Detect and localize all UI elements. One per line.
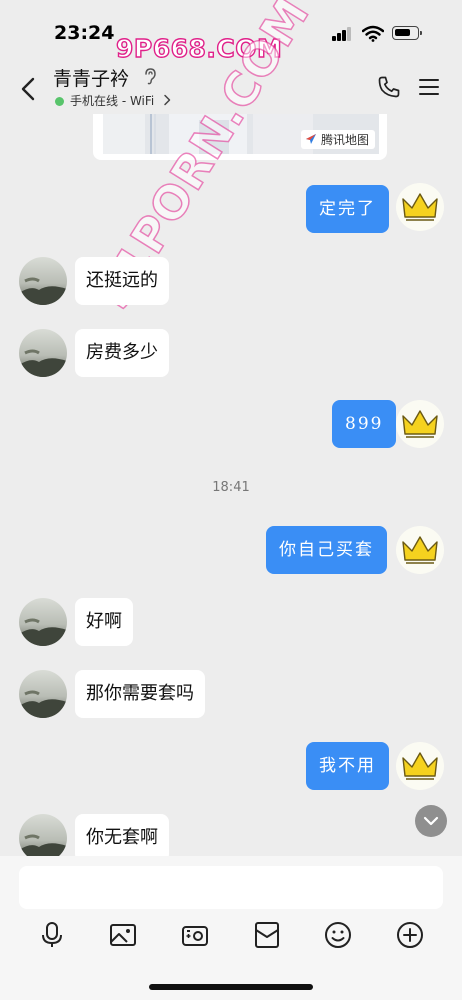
message-bubble-outgoing[interactable]: 我不用 [306, 742, 389, 790]
message-bubble-outgoing[interactable]: 定完了 [306, 185, 389, 233]
camera-icon[interactable] [180, 920, 210, 950]
online-status-dot [55, 97, 64, 106]
scroll-to-bottom-button[interactable] [415, 805, 447, 837]
watermark-top: 9P668.COM [115, 33, 283, 63]
my-avatar[interactable] [396, 742, 444, 790]
message-bubble-incoming[interactable]: 你无套啊 [75, 814, 169, 862]
composer [0, 856, 462, 1000]
red-packet-icon[interactable] [252, 920, 282, 950]
contact-avatar[interactable] [19, 257, 67, 305]
plus-icon[interactable] [395, 920, 425, 950]
message-bubble-incoming[interactable]: 房费多少 [75, 329, 169, 377]
message-bubble-incoming[interactable]: 好啊 [75, 598, 133, 646]
message-bubble-outgoing[interactable]: 899 [332, 400, 397, 448]
wifi-icon [362, 25, 384, 42]
contact-avatar[interactable] [19, 329, 67, 377]
message-input[interactable] [19, 866, 443, 909]
cellular-signal-icon [332, 27, 354, 41]
crown-icon [402, 752, 438, 780]
ear-icon [145, 68, 156, 85]
battery-icon [392, 26, 422, 40]
chevron-down-icon [423, 816, 439, 826]
chevron-right-icon[interactable] [163, 94, 171, 106]
crown-icon [402, 536, 438, 564]
contact-avatar[interactable] [19, 670, 67, 718]
back-arrow-icon[interactable] [18, 76, 40, 102]
status-time: 23:24 [54, 22, 115, 44]
map-provider-label: 腾讯地图 [320, 133, 369, 147]
message-bubble-incoming[interactable]: 还挺远的 [75, 257, 169, 305]
crown-icon [402, 410, 438, 438]
menu-icon[interactable] [419, 78, 439, 96]
map-provider-badge: 腾讯地图 [300, 130, 375, 149]
emoji-icon[interactable] [323, 920, 353, 950]
chat-title[interactable]: 青青子衿 [53, 64, 129, 91]
phone-call-icon[interactable] [377, 75, 401, 99]
chat-header: 青青子衿 手机在线 - WiFi [0, 62, 462, 114]
image-icon[interactable] [108, 920, 138, 950]
presence-status[interactable]: 手机在线 - WiFi [70, 92, 154, 109]
compass-icon [305, 134, 316, 144]
my-avatar[interactable] [396, 400, 444, 448]
home-indicator[interactable] [149, 984, 313, 990]
message-timestamp: 18:41 [212, 480, 250, 495]
status-bar: 23:24 9P668.COM [0, 0, 462, 64]
microphone-icon[interactable] [37, 920, 67, 950]
crown-icon [402, 193, 438, 221]
my-avatar[interactable] [396, 183, 444, 231]
my-avatar[interactable] [396, 526, 444, 574]
message-bubble-incoming[interactable]: 那你需要套吗 [75, 670, 205, 718]
contact-avatar[interactable] [19, 814, 67, 862]
contact-avatar[interactable] [19, 598, 67, 646]
message-bubble-outgoing[interactable]: 你自己买套 [266, 526, 387, 574]
location-map-card[interactable]: 腾讯地图 [93, 114, 387, 160]
